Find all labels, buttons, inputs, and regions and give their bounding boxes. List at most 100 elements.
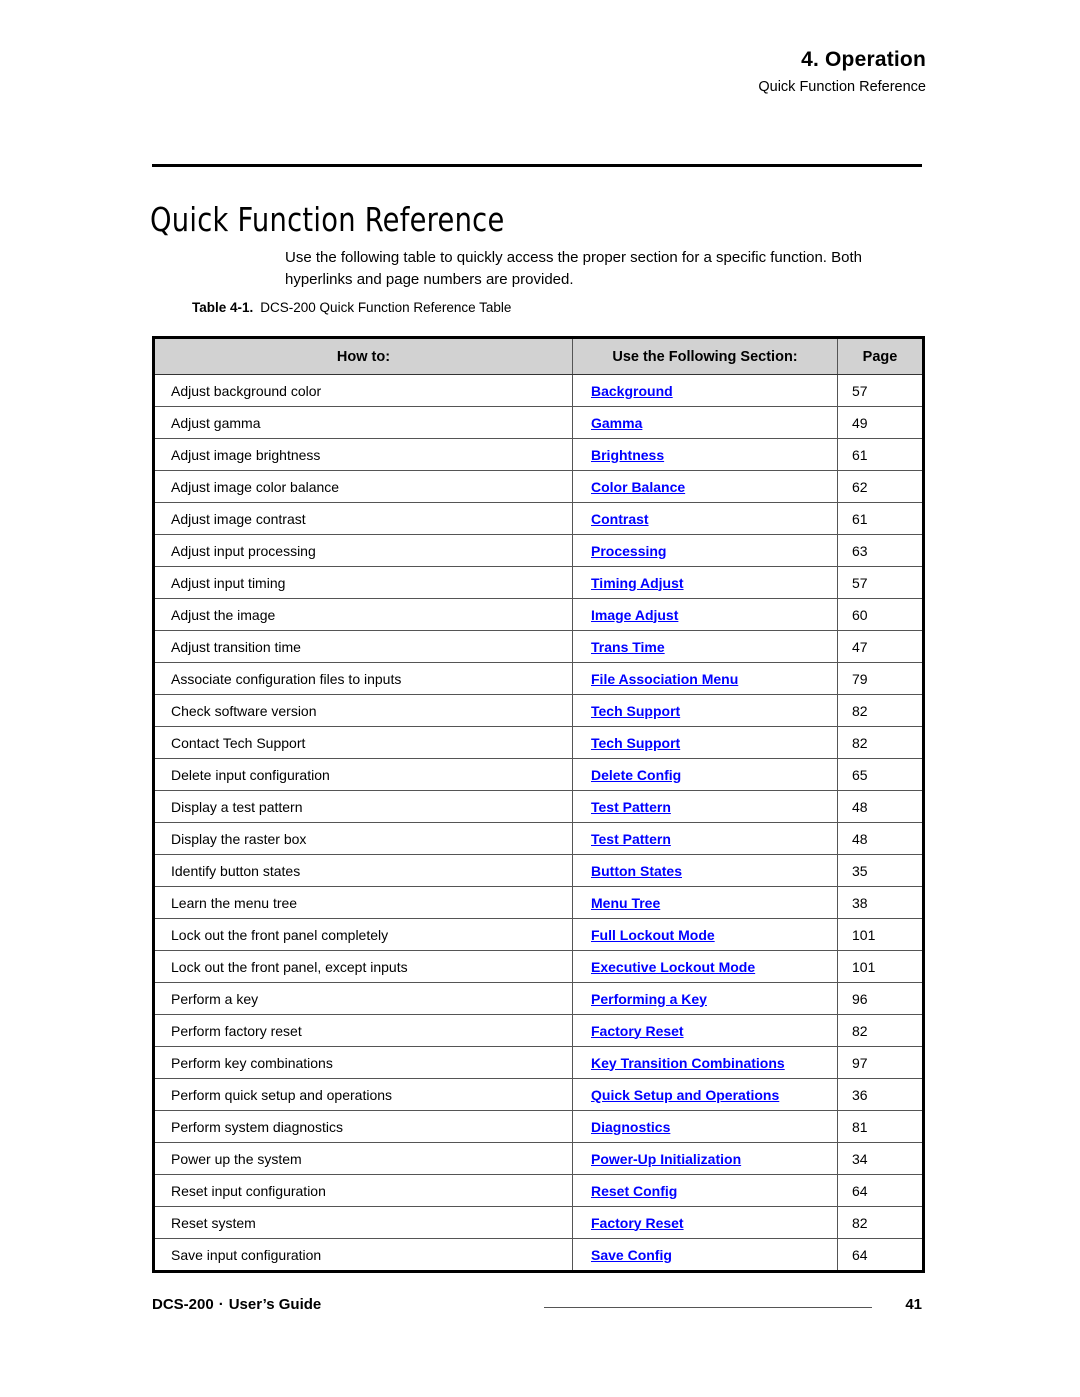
section-hyperlink[interactable]: Contrast [591, 511, 649, 527]
section-hyperlink[interactable]: Executive Lockout Mode [591, 959, 755, 975]
table-row: Adjust input processing Processing 63 [153, 534, 924, 567]
section-hyperlink[interactable]: Test Pattern [591, 831, 671, 847]
cell-how-to: Adjust input processing [153, 534, 573, 567]
header-chapter-title: Operation [825, 48, 926, 71]
table-caption-text: DCS-200 Quick Function Reference Table [260, 300, 512, 315]
table-row: Adjust input timing Timing Adjust 57 [153, 566, 924, 599]
cell-how-to: Adjust background color [153, 374, 573, 407]
cell-how-to: Associate configuration files to inputs [153, 662, 573, 695]
cell-page-number: 47 [837, 630, 924, 663]
cell-how-to: Identify button states [153, 854, 573, 887]
table-row: Perform quick setup and operations Quick … [153, 1078, 924, 1111]
running-header: 4. Operation Quick Function Reference [0, 48, 926, 96]
section-hyperlink[interactable]: Power-Up Initialization [591, 1151, 741, 1167]
footer-document-name: User’s Guide [228, 1296, 322, 1313]
cell-page-number: 61 [837, 438, 924, 471]
section-hyperlink[interactable]: Test Pattern [591, 799, 671, 815]
section-hyperlink[interactable]: Brightness [591, 447, 664, 463]
table-row: Power up the system Power-Up Initializati… [153, 1142, 924, 1175]
table-row: Adjust gamma Gamma 49 [153, 406, 924, 439]
table-row: Contact Tech Support Tech Support 82 [153, 726, 924, 759]
section-hyperlink[interactable]: Reset Config [591, 1183, 677, 1199]
cell-how-to: Adjust transition time [153, 630, 573, 663]
table-row: Lock out the front panel completely Full … [153, 918, 924, 951]
section-hyperlink[interactable]: Image Adjust [591, 607, 678, 623]
cell-section: Tech Support [572, 726, 838, 759]
cell-page-number: 81 [837, 1110, 924, 1143]
cell-how-to: Display the raster box [153, 822, 573, 855]
header-subtitle: Quick Function Reference [758, 79, 926, 96]
table-row: Display a test pattern Test Pattern 48 [153, 790, 924, 823]
section-hyperlink[interactable]: Color Balance [591, 479, 685, 495]
cell-page-number: 36 [837, 1078, 924, 1111]
cell-how-to: Reset input configuration [153, 1174, 573, 1207]
section-hyperlink[interactable]: Timing Adjust [591, 575, 684, 591]
cell-how-to: Perform quick setup and operations [153, 1078, 573, 1111]
cell-section: Trans Time [572, 630, 838, 663]
section-hyperlink[interactable]: Button States [591, 863, 682, 879]
cell-section: File Association Menu [572, 662, 838, 695]
section-hyperlink[interactable]: Menu Tree [591, 895, 660, 911]
cell-page-number: 35 [837, 854, 924, 887]
cell-page-number: 63 [837, 534, 924, 567]
cell-section: Factory Reset [572, 1014, 838, 1047]
cell-how-to: Adjust image color balance [153, 470, 573, 503]
section-hyperlink[interactable]: File Association Menu [591, 671, 738, 687]
cell-how-to: Adjust image brightness [153, 438, 573, 471]
table-caption-label: Table 4-1. [192, 300, 254, 315]
cell-page-number: 38 [837, 886, 924, 919]
cell-how-to: Adjust the image [153, 598, 573, 631]
table-row: Perform key combinations Key Transition C… [153, 1046, 924, 1079]
cell-page-number: 97 [837, 1046, 924, 1079]
table-row: Lock out the front panel, except inputs E… [153, 950, 924, 983]
cell-how-to: Perform a key [153, 982, 573, 1015]
table-row: Reset system Factory Reset 82 [153, 1206, 924, 1239]
cell-section: Timing Adjust [572, 566, 838, 599]
cell-page-number: 64 [837, 1238, 924, 1272]
cell-section: Contrast [572, 502, 838, 535]
cell-how-to: Lock out the front panel, except inputs [153, 950, 573, 983]
section-hyperlink[interactable]: Full Lockout Mode [591, 927, 715, 943]
cell-page-number: 65 [837, 758, 924, 791]
cell-how-to: Display a test pattern [153, 790, 573, 823]
footer-separator-dot: · [218, 1296, 224, 1313]
section-hyperlink[interactable]: Factory Reset [591, 1023, 684, 1039]
cell-how-to: Learn the menu tree [153, 886, 573, 919]
cell-section: Background [572, 374, 838, 407]
section-hyperlink[interactable]: Diagnostics [591, 1119, 670, 1135]
cell-how-to: Reset system [153, 1206, 573, 1239]
section-hyperlink[interactable]: Gamma [591, 415, 642, 431]
column-header-how-to: How to: [153, 337, 573, 375]
cell-how-to: Adjust image contrast [153, 502, 573, 535]
quick-function-reference-table: How to: Use the Following Section: Page … [152, 336, 925, 1273]
cell-how-to: Adjust gamma [153, 406, 573, 439]
footer-document-label: DCS-200 · User’s Guide [152, 1296, 321, 1313]
section-hyperlink[interactable]: Background [591, 383, 673, 399]
section-hyperlink[interactable]: Trans Time [591, 639, 665, 655]
cell-section: Diagnostics [572, 1110, 838, 1143]
table-row: Identify button states Button States 35 [153, 854, 924, 887]
header-chapter-number: 4. [801, 48, 820, 71]
section-hyperlink[interactable]: Factory Reset [591, 1215, 684, 1231]
section-hyperlink[interactable]: Delete Config [591, 767, 681, 783]
section-hyperlink[interactable]: Performing a Key [591, 991, 707, 1007]
table-row: Learn the menu tree Menu Tree 38 [153, 886, 924, 919]
section-hyperlink[interactable]: Tech Support [591, 703, 680, 719]
cell-page-number: 82 [837, 1014, 924, 1047]
section-hyperlink[interactable]: Tech Support [591, 735, 680, 751]
table-row: Perform a key Performing a Key 96 [153, 982, 924, 1015]
table-row: Adjust transition time Trans Time 47 [153, 630, 924, 663]
column-header-page: Page [837, 337, 924, 375]
cell-section: Processing [572, 534, 838, 567]
cell-page-number: 101 [837, 950, 924, 983]
section-hyperlink[interactable]: Key Transition Combinations [591, 1055, 785, 1071]
table-row: Adjust image color balance Color Balance 6… [153, 470, 924, 503]
section-hyperlink[interactable]: Quick Setup and Operations [591, 1087, 779, 1103]
cell-section: Performing a Key [572, 982, 838, 1015]
table-row: Perform system diagnostics Diagnostics 81 [153, 1110, 924, 1143]
section-hyperlink[interactable]: Processing [591, 543, 666, 559]
intro-paragraph: Use the following table to quickly acces… [285, 249, 862, 288]
cell-page-number: 57 [837, 374, 924, 407]
footer-product-name: DCS-200 [152, 1296, 214, 1313]
section-hyperlink[interactable]: Save Config [591, 1247, 672, 1263]
